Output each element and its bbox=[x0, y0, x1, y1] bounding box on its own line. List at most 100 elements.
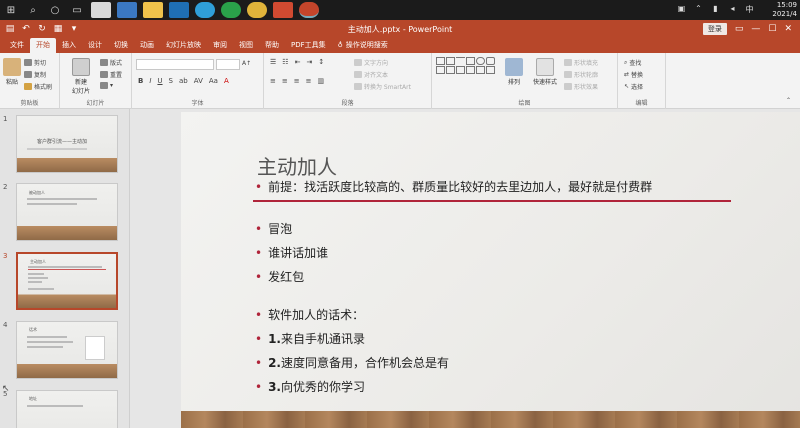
bullets-icon[interactable]: ☰ bbox=[270, 58, 276, 66]
tell-me-search[interactable]: ♁ 操作说明搜索 bbox=[332, 38, 394, 53]
strikethrough-icon[interactable]: ab bbox=[179, 77, 188, 85]
customize-qat-icon[interactable]: ▾ bbox=[68, 24, 80, 34]
tab-file[interactable]: 文件 bbox=[4, 38, 30, 53]
tab-home[interactable]: 开始 bbox=[30, 38, 56, 53]
quick-styles-button[interactable]: 快速样式 bbox=[530, 58, 560, 86]
taskbar-powerpoint-icon[interactable] bbox=[299, 2, 319, 18]
taskbar-360-icon[interactable] bbox=[221, 2, 241, 18]
align-text-button[interactable]: 对齐文本 bbox=[354, 70, 388, 79]
underline-icon[interactable]: U bbox=[157, 77, 162, 85]
tab-pdf-tools[interactable]: PDF工具集 bbox=[285, 38, 332, 53]
taskbar-folder-icon[interactable] bbox=[143, 2, 163, 18]
windows-start-icon[interactable]: ⊞ bbox=[0, 0, 22, 20]
tray-volume-icon[interactable]: ◂ bbox=[726, 4, 739, 16]
redo-icon[interactable]: ↻ bbox=[36, 24, 48, 34]
shape-rounded-rect-icon[interactable] bbox=[486, 57, 495, 65]
task-view-icon[interactable]: ▭ bbox=[66, 0, 88, 20]
slide-thumbnail-2[interactable]: 被动加人 bbox=[16, 183, 118, 241]
collapse-ribbon-icon[interactable]: ⌃ bbox=[786, 97, 791, 104]
tab-view[interactable]: 视图 bbox=[233, 38, 259, 53]
tab-review[interactable]: 审阅 bbox=[207, 38, 233, 53]
taskbar-store-icon[interactable] bbox=[117, 2, 137, 18]
taskbar-app-icon[interactable] bbox=[91, 2, 111, 18]
taskbar-chrome-icon[interactable] bbox=[247, 2, 267, 18]
smartart-button[interactable]: 转换为 SmartArt bbox=[354, 82, 411, 91]
search-icon[interactable]: ⌕ bbox=[22, 0, 44, 20]
shape-arrow-icon[interactable] bbox=[466, 57, 475, 65]
shape-fill-button[interactable]: 形状填充 bbox=[564, 58, 598, 67]
tray-chevron-icon[interactable]: ⌃ bbox=[692, 4, 705, 16]
shadow-icon[interactable]: S bbox=[169, 77, 173, 85]
tab-insert[interactable]: 插入 bbox=[56, 38, 82, 53]
shape-triangle-icon[interactable] bbox=[436, 66, 445, 74]
shape-connector-icon[interactable] bbox=[446, 66, 455, 74]
increase-indent-icon[interactable]: ⇥ bbox=[306, 58, 312, 66]
save-icon[interactable]: ▤ bbox=[4, 24, 16, 34]
tab-slideshow[interactable]: 幻灯片放映 bbox=[160, 38, 207, 53]
slide-thumbnail-4[interactable]: 话术 bbox=[16, 321, 118, 379]
cortana-icon[interactable]: ○ bbox=[44, 0, 66, 20]
shape-star-icon[interactable] bbox=[466, 66, 475, 74]
font-color-icon[interactable]: A bbox=[224, 77, 229, 85]
tray-network-icon[interactable]: ▮ bbox=[709, 4, 722, 16]
font-size-input[interactable] bbox=[216, 59, 240, 70]
shape-effects-button[interactable]: 形状效果 bbox=[564, 82, 598, 91]
login-button[interactable]: 登录 bbox=[702, 23, 727, 35]
font-grow-button[interactable]: A↑ bbox=[242, 60, 251, 67]
taskbar-edge-icon[interactable] bbox=[195, 2, 215, 18]
bullet-item[interactable]: 冒泡 bbox=[255, 220, 292, 237]
bullet-item[interactable]: 发红包 bbox=[255, 268, 304, 285]
script-item[interactable]: 2.速度同意备用，合作机会总是有 bbox=[255, 354, 449, 371]
minimize-icon[interactable]: — bbox=[751, 24, 760, 34]
section-button[interactable]: ▾ bbox=[100, 82, 113, 89]
shape-outline-button[interactable]: 形状轮廓 bbox=[564, 70, 598, 79]
replace-button[interactable]: ⇄ 替换 bbox=[624, 70, 643, 79]
tab-transitions[interactable]: 切换 bbox=[108, 38, 134, 53]
premise-bullet[interactable]: 前提：找活跃度比较高的、群质量比较好的去里边加人，最好就是付费群 bbox=[255, 178, 652, 195]
select-button[interactable]: ↖ 选择 bbox=[624, 82, 643, 91]
numbering-icon[interactable]: ☷ bbox=[282, 58, 288, 66]
shapes-gallery[interactable] bbox=[436, 57, 495, 74]
taskbar-presentation-icon[interactable] bbox=[273, 2, 293, 18]
new-slide-button[interactable]: 新建 幻灯片 bbox=[66, 58, 96, 95]
align-left-icon[interactable]: ≡ bbox=[270, 77, 276, 85]
italic-icon[interactable]: I bbox=[149, 77, 151, 85]
taskbar-clock[interactable]: 15:09 2021/4 bbox=[758, 1, 800, 19]
script-item[interactable]: 1.来自手机通讯录 bbox=[255, 330, 365, 347]
paste-button[interactable]: 粘贴 bbox=[3, 58, 21, 86]
shape-brace-icon[interactable] bbox=[476, 66, 485, 74]
undo-icon[interactable]: ↶ bbox=[20, 24, 32, 34]
shape-block-arrow-icon[interactable] bbox=[456, 66, 465, 74]
tray-ime-icon[interactable]: 中 bbox=[743, 4, 756, 16]
start-slideshow-icon[interactable]: ▦ bbox=[52, 24, 64, 34]
reset-button[interactable]: 重置 bbox=[100, 70, 122, 79]
format-painter-button[interactable]: 格式刷 bbox=[24, 82, 52, 91]
align-center-icon[interactable]: ≡ bbox=[282, 77, 288, 85]
slide-thumbnail-1[interactable]: 客户群引流——主动加 bbox=[16, 115, 118, 173]
tab-help[interactable]: 帮助 bbox=[259, 38, 285, 53]
maximize-icon[interactable]: ☐ bbox=[768, 24, 776, 34]
taskbar-mail-icon[interactable] bbox=[169, 2, 189, 18]
justify-icon[interactable]: ≡ bbox=[306, 77, 312, 85]
align-right-icon[interactable]: ≡ bbox=[294, 77, 300, 85]
line-spacing-icon[interactable]: ↕ bbox=[318, 58, 324, 66]
shape-rectangle-icon[interactable] bbox=[446, 57, 455, 65]
tab-design[interactable]: 设计 bbox=[82, 38, 108, 53]
char-spacing-icon[interactable]: AV bbox=[194, 77, 203, 85]
decrease-indent-icon[interactable]: ⇤ bbox=[295, 58, 301, 66]
font-name-input[interactable] bbox=[136, 59, 214, 70]
cut-button[interactable]: 剪切 bbox=[24, 58, 46, 67]
ribbon-display-icon[interactable]: ▭ bbox=[735, 24, 744, 34]
slide-title[interactable]: 主动加人 bbox=[257, 151, 337, 180]
tray-app-icon[interactable]: ▣ bbox=[675, 4, 688, 16]
layout-button[interactable]: 版式 bbox=[100, 58, 122, 67]
find-button[interactable]: ⌕ 查找 bbox=[624, 58, 641, 68]
slide-thumbnail-3[interactable]: 主动加人 bbox=[16, 252, 118, 310]
bold-icon[interactable]: B bbox=[138, 77, 143, 85]
shape-oval-icon[interactable] bbox=[476, 57, 485, 65]
change-case-icon[interactable]: Aa bbox=[209, 77, 218, 85]
shape-textbox-icon[interactable] bbox=[436, 57, 445, 65]
current-slide[interactable]: 主动加人 前提：找活跃度比较高的、群质量比较好的去里边加人，最好就是付费群 冒泡… bbox=[181, 112, 800, 428]
script-item[interactable]: 3.向优秀的你学习 bbox=[255, 378, 365, 395]
slide-thumbnail-5[interactable]: 地址 bbox=[16, 390, 118, 428]
